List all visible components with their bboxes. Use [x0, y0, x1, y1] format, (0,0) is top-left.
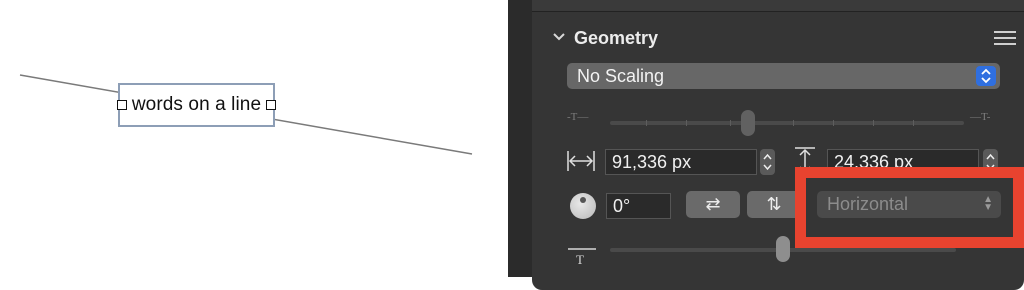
scaling-popup-value: No Scaling [577, 65, 665, 86]
scaling-popup[interactable]: No Scaling [567, 63, 1000, 89]
highlight-box [795, 167, 1024, 248]
shape-text[interactable]: words on a line [132, 94, 261, 116]
flip-horizontal-icon: ⇄ [705, 194, 721, 214]
slider-tick [833, 120, 834, 126]
spacing-slider-knob[interactable] [741, 110, 755, 136]
selection-handle-left[interactable] [117, 100, 127, 110]
slider-max-label: —T- [970, 111, 991, 123]
inspector-panel: Geometry No Scaling -T— —T- 91,336 px 24… [508, 0, 1024, 290]
connector-line[interactable] [0, 0, 508, 277]
width-stepper[interactable] [760, 149, 775, 175]
section-divider [532, 0, 1024, 12]
width-field[interactable]: 91,336 px [605, 149, 757, 175]
baseline-label: T [576, 252, 584, 266]
width-icon [567, 151, 595, 171]
slider-tick [873, 120, 874, 126]
width-value: 91,336 px [612, 151, 692, 172]
baseline-icon: T [568, 248, 596, 266]
rotation-field[interactable]: 0° [606, 193, 671, 219]
flip-vertical-button[interactable]: ⇅ [747, 191, 801, 218]
offset-slider-knob[interactable] [776, 236, 790, 262]
text-on-line-shape[interactable]: words on a line [117, 83, 276, 127]
slider-tick [793, 120, 794, 126]
slider-min-label: -T— [567, 111, 589, 123]
popup-arrows-icon [976, 66, 996, 86]
slider-tick [913, 120, 914, 126]
geometry-section-header[interactable]: Geometry [552, 25, 658, 51]
slider-tick [686, 120, 687, 126]
spacing-slider-track[interactable] [610, 121, 964, 125]
drawing-canvas[interactable]: words on a line [0, 0, 508, 277]
selection-handle-right[interactable] [266, 100, 276, 110]
chevron-down-icon[interactable] [552, 29, 574, 47]
section-menu-icon[interactable] [994, 31, 1016, 45]
rotation-dial[interactable] [570, 193, 596, 219]
rotation-value: 0° [613, 195, 631, 216]
flip-vertical-icon: ⇅ [766, 194, 782, 214]
section-title: Geometry [574, 27, 659, 48]
slider-tick [730, 120, 731, 126]
flip-horizontal-button[interactable]: ⇄ [686, 191, 740, 218]
slider-tick [646, 120, 647, 126]
